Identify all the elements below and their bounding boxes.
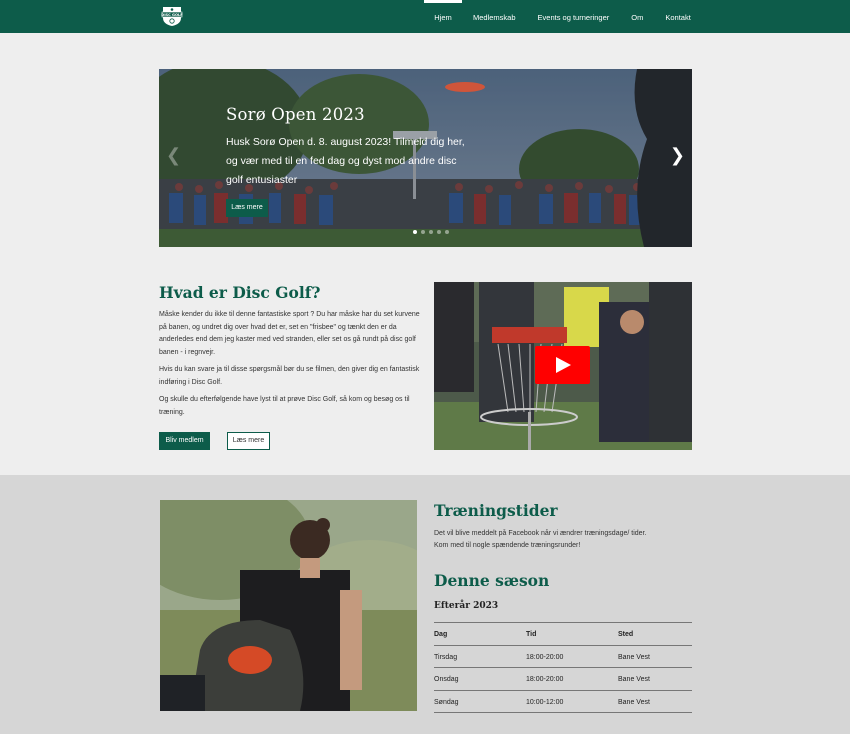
- carousel-dot[interactable]: [421, 230, 425, 234]
- hero-read-more-button[interactable]: Læs mere: [226, 199, 268, 217]
- disc-golf-logo[interactable]: DISC GOLF: [159, 5, 185, 27]
- video-paragraph: Hvis du kan svare ja til disse spørgsmål…: [159, 366, 420, 386]
- schedule-table: Dag Tid Sted Tirsdag 18:00-20:00 Bane Ve…: [434, 622, 692, 713]
- nav-item-events[interactable]: Events og turneringer: [527, 0, 621, 33]
- chevron-left-icon[interactable]: ❮: [166, 147, 181, 165]
- nav-item-om[interactable]: Om: [620, 0, 654, 33]
- player-photo: [160, 500, 417, 711]
- become-member-button[interactable]: Bliv medlem: [159, 432, 210, 450]
- table-cell: 18:00-20:00: [526, 653, 564, 661]
- hero-carousel: Sorø Open 2023 Husk Sorø Open d. 8. augu…: [159, 69, 692, 247]
- read-more-button[interactable]: Læs mere: [227, 432, 270, 450]
- carousel-dot[interactable]: [437, 230, 441, 234]
- table-header-cell: Tid: [526, 631, 537, 638]
- table-header-cell: Sted: [618, 631, 634, 638]
- season-subtitle: Efterår 2023: [434, 601, 499, 611]
- nav-item-medlemskab[interactable]: Medlemskab: [462, 0, 527, 33]
- nav-item-hjem[interactable]: Hjem: [424, 0, 462, 33]
- carousel-dot[interactable]: [413, 230, 417, 234]
- table-cell: Bane Vest: [618, 653, 650, 661]
- hero-title: Sorø Open 2023: [226, 105, 365, 124]
- training-heading: Træningstider: [434, 501, 558, 520]
- table-cell: Søndag: [434, 698, 459, 706]
- chevron-right-icon[interactable]: ❯: [670, 147, 685, 165]
- carousel-indicators: [413, 230, 449, 234]
- play-icon[interactable]: [535, 346, 590, 384]
- table-cell: Bane Vest: [618, 676, 650, 683]
- video-player[interactable]: [434, 282, 692, 450]
- invite-paragraph: Og skulle du efterfølgende have lyst til…: [159, 396, 410, 416]
- table-cell: 10:00-12:00: [526, 698, 564, 706]
- svg-text:DISC GOLF: DISC GOLF: [161, 13, 183, 17]
- table-cell: 18:00-20:00: [526, 676, 564, 683]
- table-row: Tirsdag 18:00-20:00 Bane Vest: [434, 646, 692, 668]
- season-heading: Denne sæson: [434, 571, 550, 590]
- table-row: Søndag 10:00-12:00 Bane Vest: [434, 691, 692, 713]
- top-navbar: DISC GOLF Hjem Medlemskab Events og turn…: [0, 0, 850, 33]
- table-cell: Onsdag: [434, 676, 459, 683]
- training-section: [0, 475, 850, 734]
- table-header-row: Dag Tid Sted: [434, 623, 692, 646]
- table-row: Onsdag 18:00-20:00 Bane Vest: [434, 668, 692, 691]
- table-header-cell: Dag: [434, 631, 448, 638]
- table-cell: Bane Vest: [618, 698, 650, 706]
- nav-item-kontakt[interactable]: Kontakt: [654, 0, 701, 33]
- training-text: Det vil blive meddelt på Facebook når vi…: [434, 528, 684, 552]
- table-cell: Tirsdag: [434, 653, 458, 661]
- training-text-line: Det vil blive meddelt på Facebook når vi…: [434, 530, 647, 537]
- training-text-line: Kom med til nogle spændende træningsrund…: [434, 542, 581, 549]
- carousel-dot[interactable]: [429, 230, 433, 234]
- what-is-disc-golf-heading: Hvad er Disc Golf?: [159, 283, 321, 302]
- nav-menu: Hjem Medlemskab Events og turneringer Om…: [424, 0, 702, 33]
- intro-paragraph: Måske kender du ikke til denne fantastis…: [159, 311, 420, 356]
- hero-text: Husk Sorø Open d. 8. august 2023! Tilmel…: [226, 136, 465, 186]
- carousel-dot[interactable]: [445, 230, 449, 234]
